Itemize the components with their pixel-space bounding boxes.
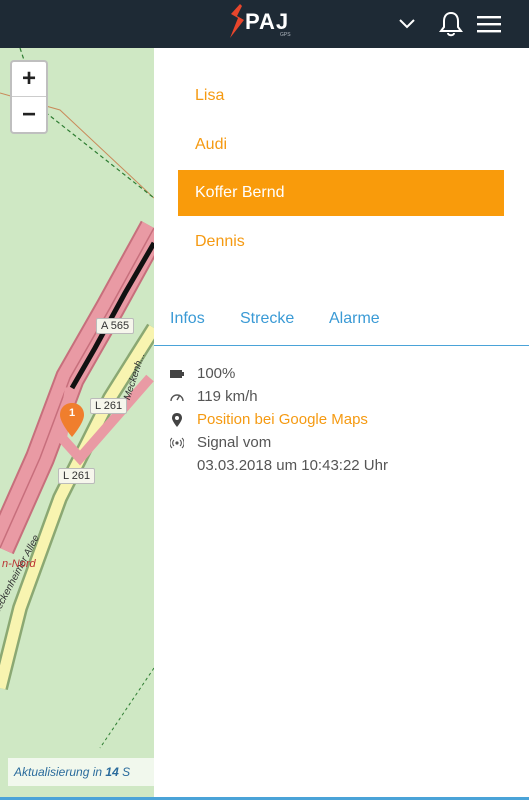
position-row: Position bei Google Maps <box>170 410 510 433</box>
hamburger-menu-icon <box>477 16 501 33</box>
signal-icon <box>170 436 184 450</box>
update-seconds: 14 <box>105 765 119 779</box>
chevron-down-icon <box>399 19 415 29</box>
vehicle-marker[interactable]: 1 <box>60 403 84 437</box>
zoom-in-button[interactable]: + <box>12 62 46 97</box>
main-menu-button[interactable] <box>469 0 509 48</box>
tab-alarme[interactable]: Alarme <box>329 310 380 328</box>
paj-bolt-icon <box>230 4 244 38</box>
speedometer-icon <box>170 390 184 404</box>
speed-row: 119 km/h <box>170 387 510 410</box>
map-view[interactable]: + − A 565 L 261 L 261 Meckenheimer Allee… <box>0 48 154 800</box>
road-label-a565: A 565 <box>96 318 135 334</box>
marker-number: 1 <box>68 407 76 419</box>
battery-value: 100% <box>197 365 236 382</box>
device-panel: Lisa Audi Koffer Bernd Dennis Infos Stre… <box>154 48 529 800</box>
top-bar: PAJ GPS <box>0 0 529 48</box>
signal-row: Signal vom <box>170 433 510 456</box>
device-dropdown-button[interactable] <box>387 0 427 48</box>
update-suffix: S <box>122 765 131 779</box>
signal-time-row: 03.03.2018 um 10:43:22 Uhr <box>170 456 510 479</box>
update-countdown: Aktualisierung in 14 S <box>8 758 154 786</box>
battery-icon <box>170 367 184 381</box>
road-label-l261-2: L 261 <box>58 468 96 484</box>
tab-infos[interactable]: Infos <box>170 310 205 328</box>
road-label-l261: L 261 <box>90 398 128 414</box>
signal-timestamp: 03.03.2018 um 10:43:22 Uhr <box>197 457 388 474</box>
device-item-lisa[interactable]: Lisa <box>178 73 504 119</box>
speed-value: 119 km/h <box>197 388 258 405</box>
info-tabs: Infos Strecke Alarme <box>154 298 529 346</box>
place-label: n-Nord <box>2 558 36 570</box>
update-prefix: Aktualisierung in <box>14 765 103 779</box>
google-maps-link[interactable]: Position bei Google Maps <box>197 411 368 428</box>
device-info-list: 100% 119 km/h Position bei Google Maps S… <box>170 364 510 479</box>
zoom-out-button[interactable]: − <box>12 97 46 132</box>
zoom-control: + − <box>10 60 48 134</box>
device-item-audi[interactable]: Audi <box>178 122 504 168</box>
battery-row: 100% <box>170 364 510 387</box>
tab-strecke[interactable]: Strecke <box>240 310 294 328</box>
location-pin-icon <box>170 413 184 427</box>
device-item-dennis[interactable]: Dennis <box>178 219 504 265</box>
notifications-button[interactable] <box>431 0 471 48</box>
device-item-koffer-bernd[interactable]: Koffer Bernd <box>178 170 504 216</box>
signal-label: Signal vom <box>197 434 272 451</box>
paj-logo[interactable]: PAJ GPS <box>228 4 298 40</box>
bell-icon <box>439 11 463 37</box>
logo-subtext: GPS <box>280 32 291 38</box>
